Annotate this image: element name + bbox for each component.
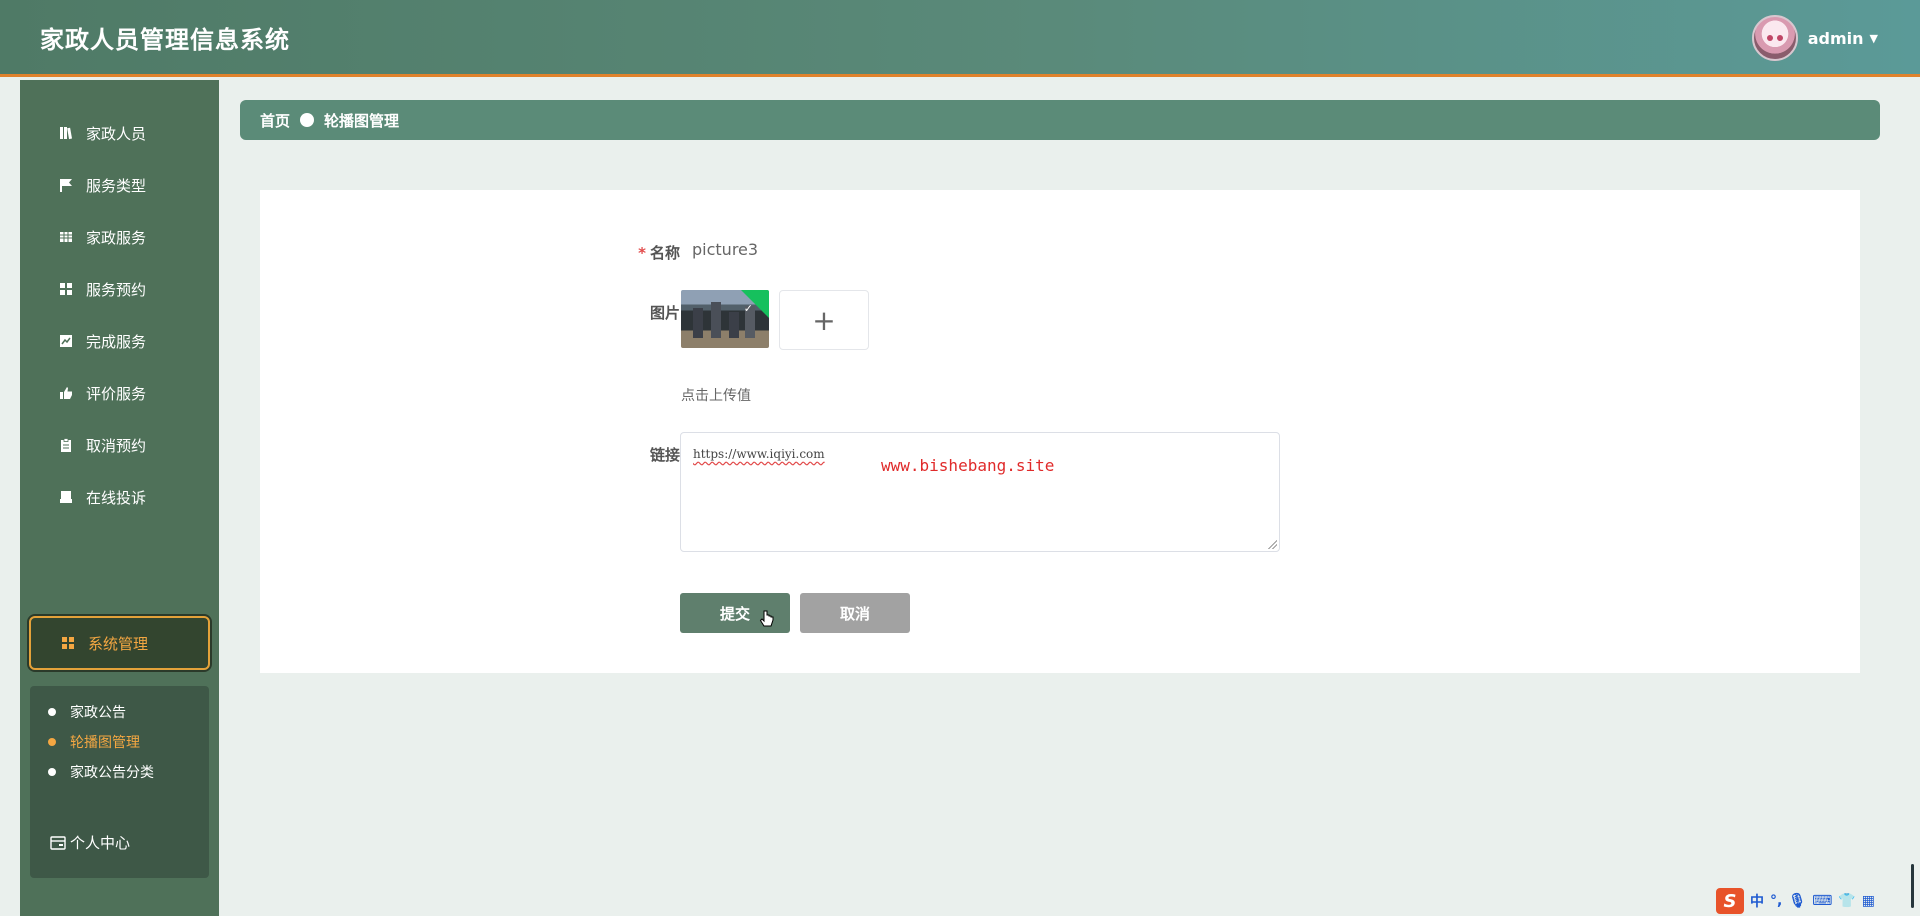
sidebar-item-label: 家政人员: [86, 124, 147, 143]
name-field[interactable]: picture3: [692, 240, 758, 259]
clipboard-icon: [58, 437, 74, 453]
top-header: 家政人员管理信息系统 admin ▼: [0, 0, 1920, 77]
plus-icon: +: [812, 303, 836, 337]
sogou-logo-icon[interactable]: S: [1716, 888, 1744, 914]
sidebar-item-complaint[interactable]: 在线投诉: [20, 472, 219, 522]
grid-icon: [60, 635, 76, 651]
required-mark: *: [638, 244, 646, 262]
bullet-icon: [48, 738, 56, 746]
breadcrumb: 首页 轮播图管理: [240, 100, 1880, 140]
sidebar-item-label: 个人中心: [70, 834, 131, 852]
sidebar-item-review[interactable]: 评价服务: [20, 368, 219, 418]
upload-tip: 点击上传值: [681, 388, 751, 404]
sidebar-item-label: 完成服务: [86, 332, 147, 351]
image-building: [711, 302, 721, 338]
avatar[interactable]: [1751, 15, 1798, 61]
upload-button[interactable]: +: [779, 290, 869, 350]
app-title: 家政人员管理信息系统: [40, 26, 290, 54]
book-icon: [58, 125, 74, 141]
link-textarea[interactable]: https://www.iqiyi.com www.bishebang.site: [680, 432, 1280, 552]
chevron-down-icon[interactable]: ▼: [1870, 32, 1878, 45]
flag-icon: [58, 177, 74, 193]
link-value: https://www.iqiyi.com: [693, 447, 825, 461]
watermark-text: www.bishebang.site: [881, 456, 1055, 475]
card-icon: [50, 835, 66, 850]
image-label: 图片: [649, 304, 680, 322]
sidebar-item-cancel-booking[interactable]: 取消预约: [20, 420, 219, 470]
table-icon: [58, 229, 74, 245]
sidebar-item-service-type[interactable]: 服务类型: [20, 160, 219, 210]
user-menu[interactable]: admin ▼: [1751, 14, 1878, 62]
check-icon: ✓: [743, 302, 753, 315]
keyboard-icon[interactable]: ⌨: [1812, 893, 1832, 909]
print-icon: [58, 489, 74, 505]
chart-icon: [58, 333, 74, 349]
image-building: [729, 312, 739, 338]
sidebar-item-services[interactable]: 家政服务: [20, 212, 219, 262]
hand-cursor-icon: [759, 610, 775, 634]
link-label: 链接: [649, 446, 680, 464]
sidebar-item-label: 系统管理: [88, 634, 149, 653]
submenu-item-label: 轮播图管理: [70, 735, 140, 751]
sidebar-item-personal-center[interactable]: 个人中心: [50, 832, 130, 853]
submenu-item-notice-category[interactable]: 家政公告分类: [48, 760, 154, 784]
punctuation-icon[interactable]: °,: [1770, 893, 1782, 909]
ime-language-toggle[interactable]: 中: [1750, 891, 1764, 911]
breadcrumb-current: 轮播图管理: [324, 111, 400, 130]
skin-icon[interactable]: 👕: [1838, 893, 1855, 909]
submenu-item-label: 家政公告: [70, 705, 126, 721]
microphone-icon[interactable]: 🎙: [1788, 893, 1806, 909]
bullet-icon: [48, 768, 56, 776]
breadcrumb-home[interactable]: 首页: [260, 110, 290, 131]
sidebar-item-label: 服务预约: [86, 280, 147, 299]
cancel-button[interactable]: 取消: [800, 593, 910, 633]
submenu-item-carousel[interactable]: 轮播图管理: [48, 730, 140, 754]
sidebar-item-label: 家政服务: [86, 228, 147, 247]
form-card: * 名称 picture3 图片 ✓ + 点击上传值 链接 https://www…: [260, 190, 1860, 673]
uploaded-image-thumbnail[interactable]: ✓: [681, 290, 769, 348]
sidebar-item-completed[interactable]: 完成服务: [20, 316, 219, 366]
sidebar-item-label: 在线投诉: [86, 488, 147, 507]
sidebar-item-system[interactable]: 系统管理: [29, 616, 210, 670]
breadcrumb-separator-icon: [300, 113, 315, 127]
sidebar-item-label: 服务类型: [86, 176, 147, 195]
image-building: [693, 308, 703, 338]
submenu-item-label: 家政公告分类: [70, 765, 154, 781]
name-label-text: 名称: [649, 244, 680, 262]
sidebar-item-booking[interactable]: 服务预约: [20, 264, 219, 314]
thumbs-up-icon: [58, 385, 74, 401]
grid-icon[interactable]: ▦: [1862, 893, 1875, 909]
username[interactable]: admin: [1808, 29, 1864, 48]
grid-icon: [58, 281, 74, 297]
ime-toolbar: S 中 °, 🎙 ⌨ 👕 ▦: [1716, 886, 1920, 916]
scrollbar-handle[interactable]: [1911, 864, 1914, 908]
name-label: * 名称: [608, 242, 680, 263]
sidebar: 家政人员 服务类型 家政服务 服务预约 完成服务 评价服务 取消预约 在线投诉 …: [20, 80, 219, 916]
submenu-item-notice[interactable]: 家政公告: [48, 700, 126, 724]
sidebar-item-staff[interactable]: 家政人员: [20, 108, 219, 158]
sidebar-item-label: 取消预约: [86, 436, 147, 455]
sidebar-item-label: 评价服务: [86, 384, 147, 403]
resize-handle[interactable]: [1267, 539, 1277, 549]
bullet-icon: [48, 708, 56, 716]
